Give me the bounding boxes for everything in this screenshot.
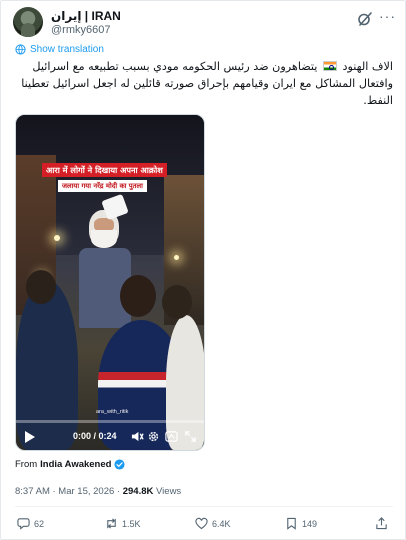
video-scene-light (174, 255, 179, 260)
bookmark-count: 149 (302, 518, 318, 529)
like-button[interactable]: 6.4K (195, 517, 231, 530)
more-icon[interactable]: ··· (379, 9, 395, 27)
tweet-text-part1: الاف الهنود (342, 60, 393, 73)
video-controls: 0:00 / 0:24 (16, 426, 204, 450)
show-translation-label[interactable]: Show translation (30, 44, 104, 55)
fullscreen-icon[interactable] (184, 430, 197, 443)
views-count: 294.8K (122, 486, 154, 497)
video-scene-person (16, 280, 78, 450)
source-attribution: From India Awakened (15, 459, 125, 470)
grok-icon[interactable] (357, 11, 373, 27)
video-player[interactable]: आरा में लोगों ने दिखाया अपना आक्रोश जलाय… (15, 114, 205, 451)
tweet-meta: 8:37 AM · Mar 15, 2026 · 294.8K Views (15, 486, 181, 497)
like-icon (195, 517, 208, 530)
source-prefix: From (15, 459, 38, 470)
video-banner-line2: जलाया गया नरेंद्र मोदी का पुतला (58, 180, 147, 192)
like-count: 6.4K (212, 518, 231, 529)
reply-icon (17, 518, 30, 530)
repost-button[interactable]: 1.5K (105, 517, 141, 530)
video-scene-person (120, 275, 156, 317)
bookmark-icon (287, 517, 296, 530)
tweet-header: إيران | IRAN @rmky6607 ··· (13, 7, 395, 39)
india-flag-icon (322, 61, 337, 71)
source-name[interactable]: India Awakened (40, 459, 111, 470)
divider (15, 506, 393, 507)
views-label: Views (153, 486, 182, 497)
share-button[interactable] (375, 517, 388, 530)
translate-icon (15, 44, 26, 55)
repost-count: 1.5K (122, 518, 141, 529)
captions-icon[interactable] (165, 430, 178, 443)
volume-icon[interactable] (131, 430, 144, 443)
author-display-name[interactable]: إيران | IRAN (51, 9, 121, 23)
reply-count: 62 (34, 518, 45, 529)
settings-icon[interactable] (147, 430, 160, 443)
video-time: 0:00 / 0:24 (73, 431, 117, 441)
show-translation-link[interactable]: Show translation (15, 44, 104, 55)
share-icon (376, 517, 387, 530)
reply-button[interactable]: 62 (17, 517, 44, 530)
video-watermark: ara_with_ritik (96, 409, 129, 415)
author-handle[interactable]: @rmky6607 (51, 24, 110, 36)
tweet-card: إيران | IRAN @rmky6607 ··· Show translat… (0, 0, 406, 540)
video-progress-bar[interactable] (16, 420, 204, 423)
tweet-text-part2: يتضاهرون ضد رئيس الحكومه مودي بسبب تطبيع… (21, 60, 393, 107)
play-icon[interactable] (24, 430, 36, 444)
tweet-timestamp[interactable]: 8:37 AM · Mar 15, 2026 · (15, 486, 123, 497)
video-scene-person (26, 270, 56, 304)
action-bar: 62 1.5K 6.4K 149 (15, 517, 393, 535)
tweet-text: الاف الهنود يتضاهرون ضد رئيس الحكومه مود… (15, 58, 393, 109)
video-scene-person (162, 285, 192, 319)
video-banner-line1: आरा में लोगों ने दिखाया अपना आक्रोश (42, 163, 167, 177)
avatar[interactable] (13, 7, 43, 37)
bookmark-button[interactable]: 149 (285, 517, 317, 530)
video-scene-light (54, 235, 60, 241)
verified-icon (114, 459, 125, 470)
repost-icon (107, 518, 116, 529)
